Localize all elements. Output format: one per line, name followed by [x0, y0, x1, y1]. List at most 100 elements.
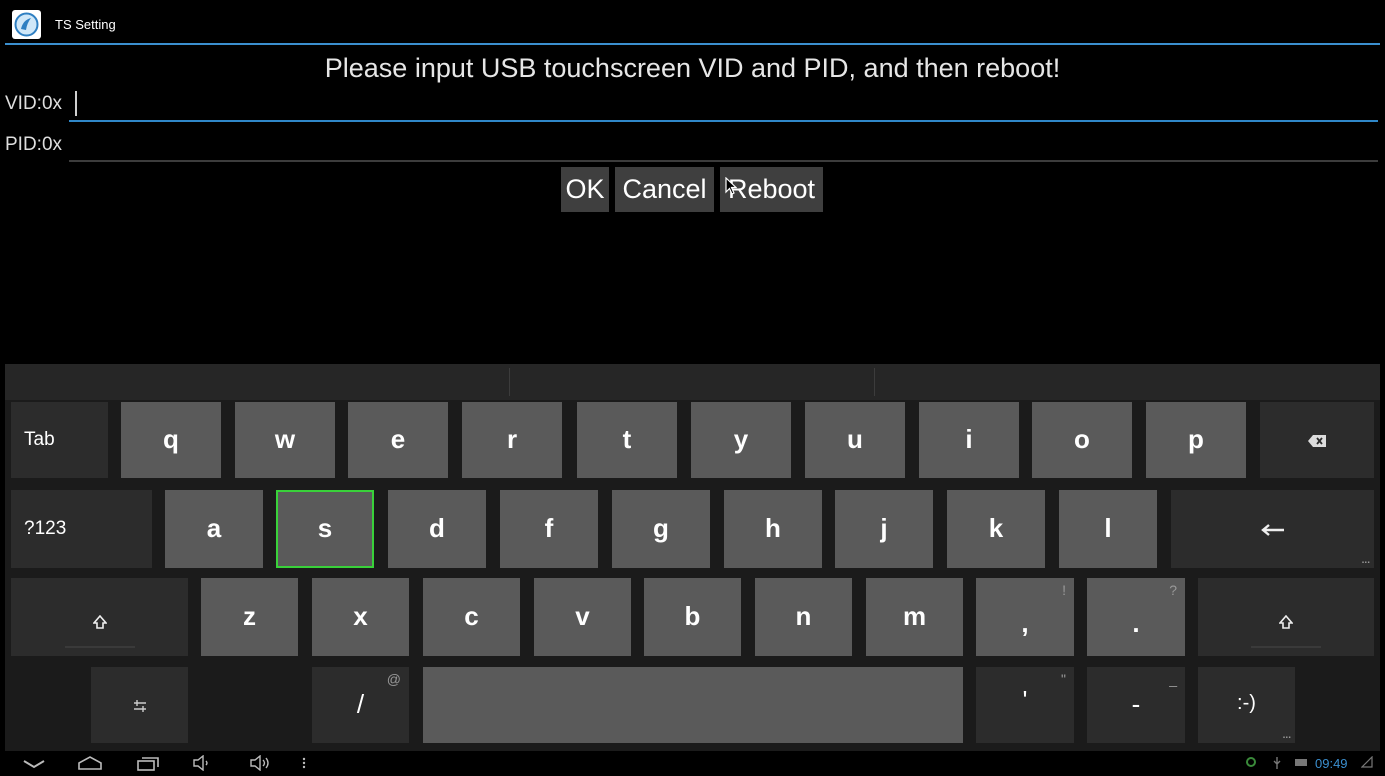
ok-button[interactable]: OK [561, 167, 609, 212]
menu-icon[interactable] [301, 755, 307, 771]
suggestion-divider [509, 368, 510, 396]
enter-icon [1260, 524, 1284, 536]
recent-apps-icon[interactable] [136, 755, 160, 771]
comma-key-hint: ! [1062, 582, 1066, 598]
key-g-label: g [653, 513, 669, 543]
home-icon[interactable] [77, 755, 103, 771]
smiley-key[interactable]: :-)... [1198, 667, 1295, 743]
key-z-label: z [243, 601, 256, 631]
app-icon [12, 10, 41, 39]
key-k-label: k [988, 513, 1004, 543]
key-a-label: a [206, 513, 222, 543]
smiley-key-label: :-) [1237, 692, 1256, 714]
key-h[interactable]: h [724, 490, 822, 568]
key-x-label: x [353, 601, 368, 631]
usb-icon [1273, 757, 1281, 769]
key-x[interactable]: x [312, 578, 409, 656]
volume-up-icon[interactable] [249, 755, 273, 771]
dash-key[interactable]: - _ [1087, 667, 1185, 743]
apostrophe-key-label: ' [1022, 685, 1028, 715]
comma-key[interactable]: ,! [976, 578, 1074, 656]
enter-key[interactable]: ... [1171, 490, 1374, 568]
key-c[interactable]: c [423, 578, 520, 656]
key-g[interactable]: g [612, 490, 710, 568]
spacebar-key[interactable] [423, 667, 963, 743]
key-j-label: j [880, 513, 888, 543]
key-d-label: d [429, 513, 445, 543]
comma-key-label: , [1021, 608, 1029, 638]
title-bar: TS Setting [5, 5, 1380, 45]
key-a[interactable]: a [165, 490, 263, 568]
key-c-label: c [464, 601, 479, 631]
shift-icon [1278, 614, 1294, 629]
symbols-key[interactable]: ?123 [11, 490, 152, 568]
key-m-label: m [902, 601, 927, 631]
suggestion-strip [5, 364, 1380, 400]
shift-indicator [1251, 646, 1321, 648]
slash-key-hint: @ [386, 671, 401, 687]
key-d[interactable]: d [388, 490, 486, 568]
hide-keyboard-icon[interactable] [22, 755, 46, 771]
key-n[interactable]: n [755, 578, 852, 656]
key-y[interactable]: y [691, 402, 791, 478]
settings-key[interactable] [91, 667, 188, 743]
key-w[interactable]: w [235, 402, 335, 478]
backspace-icon [1308, 435, 1326, 447]
text-caret [75, 91, 77, 116]
key-z[interactable]: z [201, 578, 298, 656]
key-r[interactable]: r [462, 402, 562, 478]
pid-input[interactable] [71, 129, 1377, 161]
key-b-label: b [684, 601, 701, 631]
vid-label: VID:0x [5, 93, 63, 114]
key-f-label: f [544, 513, 554, 543]
key-r-label: r [506, 424, 518, 454]
key-u-label: u [847, 424, 863, 454]
backspace-key[interactable] [1260, 402, 1374, 478]
key-m[interactable]: m [866, 578, 963, 656]
key-p[interactable]: p [1146, 402, 1246, 478]
key-e[interactable]: e [348, 402, 448, 478]
key-u[interactable]: u [805, 402, 905, 478]
key-l[interactable]: l [1059, 490, 1157, 568]
period-key[interactable]: .? [1087, 578, 1185, 656]
slash-key-label: / [356, 689, 365, 719]
apostrophe-key-hint: " [1061, 671, 1066, 687]
app-window: TS Setting Please input USB touchscreen … [5, 5, 1380, 776]
apostrophe-key[interactable]: ' " [976, 667, 1074, 743]
key-q-label: q [163, 424, 179, 454]
key-t[interactable]: t [577, 402, 677, 478]
key-k[interactable]: k [947, 490, 1045, 568]
vid-underline [69, 120, 1378, 122]
key-y-label: y [733, 424, 749, 454]
key-i[interactable]: i [919, 402, 1019, 478]
key-j[interactable]: j [835, 490, 933, 568]
app-title: TS Setting [55, 17, 116, 32]
shift-right-key[interactable] [1198, 578, 1374, 656]
symbols-key-label: ?123 [24, 518, 67, 539]
key-o[interactable]: o [1032, 402, 1132, 478]
mouse-pointer-icon [725, 177, 737, 195]
key-v-label: v [575, 601, 590, 631]
more-indicator: ... [1282, 730, 1291, 741]
shift-left-key[interactable] [11, 578, 188, 656]
vid-input[interactable] [71, 88, 1377, 120]
sync-status-icon [1246, 757, 1256, 767]
settings-sliders-icon [133, 700, 146, 712]
key-v[interactable]: v [534, 578, 631, 656]
key-q[interactable]: q [121, 402, 221, 478]
slash-key[interactable]: / @ [312, 667, 409, 743]
key-p-label: p [1188, 424, 1204, 454]
key-f[interactable]: f [500, 490, 598, 568]
key-i-label: i [965, 424, 973, 454]
tab-key[interactable]: Tab [11, 402, 108, 478]
pid-label: PID:0x [5, 134, 63, 155]
volume-down-icon[interactable] [192, 755, 214, 771]
key-b[interactable]: b [644, 578, 741, 656]
tab-key-label: Tab [24, 429, 55, 450]
cancel-button[interactable]: Cancel [615, 167, 714, 212]
key-n-label: n [795, 601, 812, 631]
key-s[interactable]: s [276, 490, 374, 568]
key-w-label: w [274, 424, 296, 454]
key-t-label: t [622, 424, 632, 454]
instruction-text: Please input USB touchscreen VID and PID… [324, 53, 1061, 83]
